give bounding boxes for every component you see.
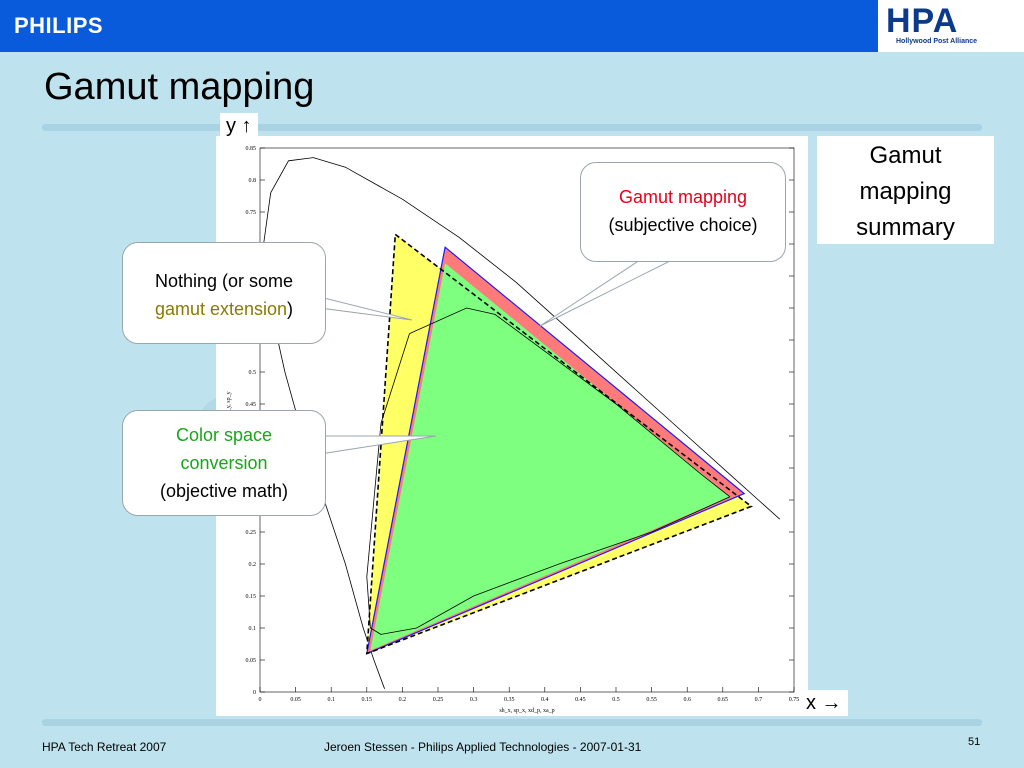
y-tick-label: 0.2 [249,562,257,568]
summary-box: Gamut mapping summary [817,136,994,244]
summary-line-2: mapping [859,178,952,205]
callout-nothing: Nothing (or some gamut extension) [122,242,326,344]
callout-nothing-line1: Nothing (or some [154,271,294,291]
y-tick-label: 0.1 [249,626,257,632]
hpa-logo-text: HPA [886,2,959,40]
x-tick-label: 0.65 [718,697,729,703]
hpa-logo-subtitle: Hollywood Post Alliance [896,38,978,45]
x-tick-label: 0.55 [646,697,657,703]
y-tick-label: 0.8 [249,178,257,184]
summary-line-1: Gamut [869,142,942,169]
summary-line-3: summary [856,214,955,241]
callout-conversion: Color space conversion (objective math) [122,410,326,516]
footer-author: Jeroen Stessen - Philips Applied Technol… [324,740,642,754]
x-tick-label: 0.5 [612,697,620,703]
x-tick-label: 0.2 [399,697,407,703]
title-divider [42,124,982,131]
x-tick-label: 0.05 [290,697,301,703]
callout-conversion-line3: (objective math) [159,481,289,501]
y-tick-label: 0.45 [246,402,257,408]
callout-gamut-title: Gamut mapping [618,187,748,207]
slide-title: Gamut mapping [44,66,315,108]
x-tick-label: 0.25 [433,697,444,703]
philips-brand: PHILIPS [14,13,104,38]
y-tick-label: 0 [253,690,256,696]
x-tick-label: 0.4 [541,697,549,703]
y-tick-label: 0.05 [246,658,257,664]
y-tick-label: 0.25 [246,530,257,536]
y-tick-label: 0.75 [246,210,257,216]
footer-event: HPA Tech Retreat 2007 [42,740,167,754]
callout-conversion-line2: conversion [180,453,268,473]
x-tick-label: 0.3 [470,697,478,703]
x-tick-label: 0.35 [504,697,515,703]
x-tick-label: 0.45 [575,697,586,703]
x-axis-title: sh_x, sp_x, xd_p, xa_p [499,708,554,714]
x-tick-label: 0.6 [683,697,691,703]
hpa-logo: HPA Hollywood Post Alliance [878,0,1024,52]
y-tick-label: 0.85 [246,146,257,152]
x-tick-label: 0 [259,697,262,703]
gamut-extension-text: gamut extension [154,299,288,319]
x-tick-label: 0.15 [362,697,373,703]
x-tick-label: 0.7 [755,697,763,703]
callout-conversion-line1: Color space [175,425,273,445]
callout-nothing-line2: gamut extension) [123,295,325,323]
y-axis-arrow-label: y ↑ [220,113,258,139]
callout-gamut-subtitle: (subjective choice) [608,215,758,235]
x-tick-label: 0.75 [789,697,800,703]
y-tick-label: 0.5 [249,370,257,376]
x-axis-arrow-label: x → [800,690,848,716]
footer-divider [42,719,982,726]
x-tick-label: 0.1 [327,697,335,703]
page-number: 51 [968,736,981,748]
callout-gamut-mapping: Gamut mapping (subjective choice) [580,162,786,262]
header-bar: PHILIPS [0,0,878,52]
y-tick-label: 0.15 [246,594,257,600]
callout-nothing-suffix: ) [287,299,294,319]
